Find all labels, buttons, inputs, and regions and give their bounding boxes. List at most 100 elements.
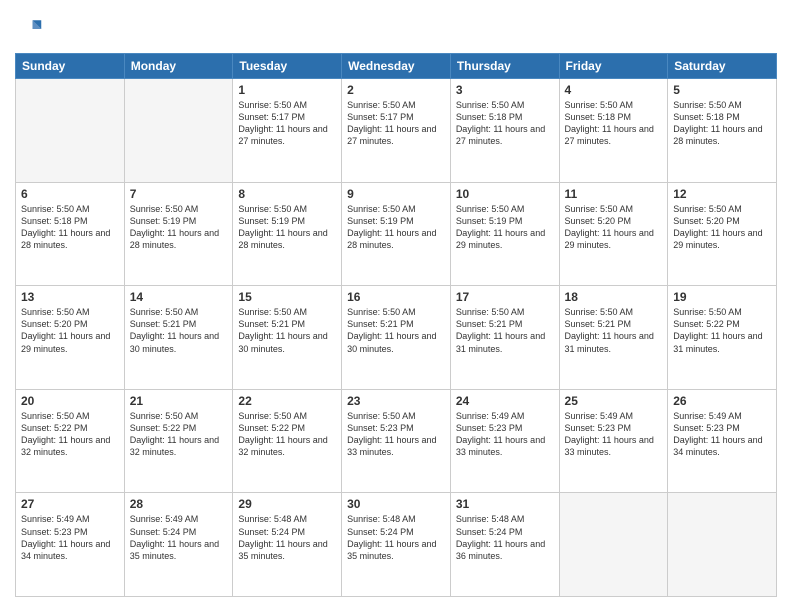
day-info: Sunrise: 5:50 AM Sunset: 5:19 PM Dayligh…	[456, 203, 554, 252]
day-number: 21	[130, 394, 228, 408]
calendar-header-row: SundayMondayTuesdayWednesdayThursdayFrid…	[16, 54, 777, 79]
calendar-cell: 25 Sunrise: 5:49 AM Sunset: 5:23 PM Dayli…	[559, 389, 668, 493]
day-number: 8	[238, 187, 336, 201]
calendar-cell	[124, 79, 233, 183]
calendar-cell	[16, 79, 125, 183]
day-info: Sunrise: 5:48 AM Sunset: 5:24 PM Dayligh…	[347, 513, 445, 562]
day-number: 1	[238, 83, 336, 97]
day-info: Sunrise: 5:48 AM Sunset: 5:24 PM Dayligh…	[238, 513, 336, 562]
day-number: 10	[456, 187, 554, 201]
calendar-cell: 17 Sunrise: 5:50 AM Sunset: 5:21 PM Dayli…	[450, 286, 559, 390]
calendar-cell: 12 Sunrise: 5:50 AM Sunset: 5:20 PM Dayli…	[668, 182, 777, 286]
day-info: Sunrise: 5:50 AM Sunset: 5:18 PM Dayligh…	[565, 99, 663, 148]
calendar-cell: 9 Sunrise: 5:50 AM Sunset: 5:19 PM Daylig…	[342, 182, 451, 286]
day-info: Sunrise: 5:50 AM Sunset: 5:22 PM Dayligh…	[238, 410, 336, 459]
calendar-cell: 29 Sunrise: 5:48 AM Sunset: 5:24 PM Dayli…	[233, 493, 342, 597]
day-number: 15	[238, 290, 336, 304]
calendar-cell: 30 Sunrise: 5:48 AM Sunset: 5:24 PM Dayli…	[342, 493, 451, 597]
calendar-cell: 5Sunrise: 5:50 AM Sunset: 5:18 PM Daylig…	[668, 79, 777, 183]
day-info: Sunrise: 5:50 AM Sunset: 5:17 PM Dayligh…	[238, 99, 336, 148]
calendar-header-monday: Monday	[124, 54, 233, 79]
logo-icon	[15, 15, 43, 43]
day-info: Sunrise: 5:50 AM Sunset: 5:18 PM Dayligh…	[456, 99, 554, 148]
day-number: 2	[347, 83, 445, 97]
day-info: Sunrise: 5:50 AM Sunset: 5:20 PM Dayligh…	[565, 203, 663, 252]
calendar-cell: 10 Sunrise: 5:50 AM Sunset: 5:19 PM Dayli…	[450, 182, 559, 286]
day-info: Sunrise: 5:49 AM Sunset: 5:23 PM Dayligh…	[673, 410, 771, 459]
day-info: Sunrise: 5:50 AM Sunset: 5:21 PM Dayligh…	[565, 306, 663, 355]
day-number: 13	[21, 290, 119, 304]
day-info: Sunrise: 5:50 AM Sunset: 5:22 PM Dayligh…	[673, 306, 771, 355]
day-number: 30	[347, 497, 445, 511]
day-number: 17	[456, 290, 554, 304]
day-info: Sunrise: 5:49 AM Sunset: 5:23 PM Dayligh…	[456, 410, 554, 459]
day-number: 4	[565, 83, 663, 97]
day-number: 11	[565, 187, 663, 201]
day-number: 9	[347, 187, 445, 201]
day-number: 31	[456, 497, 554, 511]
day-number: 5	[673, 83, 771, 97]
day-number: 7	[130, 187, 228, 201]
week-row-2: 6 Sunrise: 5:50 AM Sunset: 5:18 PM Daylig…	[16, 182, 777, 286]
day-number: 3	[456, 83, 554, 97]
calendar-cell: 7Sunrise: 5:50 AM Sunset: 5:19 PM Daylig…	[124, 182, 233, 286]
calendar-cell: 4 Sunrise: 5:50 AM Sunset: 5:18 PM Daylig…	[559, 79, 668, 183]
calendar-header-wednesday: Wednesday	[342, 54, 451, 79]
day-info: Sunrise: 5:49 AM Sunset: 5:23 PM Dayligh…	[21, 513, 119, 562]
calendar-cell: 20Sunrise: 5:50 AM Sunset: 5:22 PM Dayli…	[16, 389, 125, 493]
day-number: 22	[238, 394, 336, 408]
calendar-cell	[559, 493, 668, 597]
day-info: Sunrise: 5:50 AM Sunset: 5:18 PM Dayligh…	[21, 203, 119, 252]
day-info: Sunrise: 5:49 AM Sunset: 5:24 PM Dayligh…	[130, 513, 228, 562]
calendar-cell: 2 Sunrise: 5:50 AM Sunset: 5:17 PM Daylig…	[342, 79, 451, 183]
day-info: Sunrise: 5:50 AM Sunset: 5:19 PM Dayligh…	[238, 203, 336, 252]
calendar-body: 1 Sunrise: 5:50 AM Sunset: 5:17 PM Daylig…	[16, 79, 777, 597]
calendar-cell: 14 Sunrise: 5:50 AM Sunset: 5:21 PM Dayli…	[124, 286, 233, 390]
day-info: Sunrise: 5:50 AM Sunset: 5:22 PM Dayligh…	[21, 410, 119, 459]
week-row-1: 1 Sunrise: 5:50 AM Sunset: 5:17 PM Daylig…	[16, 79, 777, 183]
day-number: 14	[130, 290, 228, 304]
day-info: Sunrise: 5:49 AM Sunset: 5:23 PM Dayligh…	[565, 410, 663, 459]
logo	[15, 15, 47, 43]
calendar-cell: 24 Sunrise: 5:49 AM Sunset: 5:23 PM Dayli…	[450, 389, 559, 493]
calendar-cell: 28 Sunrise: 5:49 AM Sunset: 5:24 PM Dayli…	[124, 493, 233, 597]
calendar-header-sunday: Sunday	[16, 54, 125, 79]
calendar-cell: 3 Sunrise: 5:50 AM Sunset: 5:18 PM Daylig…	[450, 79, 559, 183]
day-info: Sunrise: 5:50 AM Sunset: 5:21 PM Dayligh…	[238, 306, 336, 355]
calendar-cell: 13Sunrise: 5:50 AM Sunset: 5:20 PM Dayli…	[16, 286, 125, 390]
calendar-cell: 26 Sunrise: 5:49 AM Sunset: 5:23 PM Dayli…	[668, 389, 777, 493]
calendar-cell: 23Sunrise: 5:50 AM Sunset: 5:23 PM Dayli…	[342, 389, 451, 493]
day-number: 24	[456, 394, 554, 408]
calendar-header-saturday: Saturday	[668, 54, 777, 79]
calendar-cell: 1 Sunrise: 5:50 AM Sunset: 5:17 PM Daylig…	[233, 79, 342, 183]
day-info: Sunrise: 5:50 AM Sunset: 5:21 PM Dayligh…	[456, 306, 554, 355]
calendar-cell: 18 Sunrise: 5:50 AM Sunset: 5:21 PM Dayli…	[559, 286, 668, 390]
day-number: 19	[673, 290, 771, 304]
day-number: 25	[565, 394, 663, 408]
calendar-cell: 6 Sunrise: 5:50 AM Sunset: 5:18 PM Daylig…	[16, 182, 125, 286]
week-row-3: 13Sunrise: 5:50 AM Sunset: 5:20 PM Dayli…	[16, 286, 777, 390]
calendar-cell: 16Sunrise: 5:50 AM Sunset: 5:21 PM Dayli…	[342, 286, 451, 390]
calendar-cell: 22 Sunrise: 5:50 AM Sunset: 5:22 PM Dayli…	[233, 389, 342, 493]
calendar-cell: 21Sunrise: 5:50 AM Sunset: 5:22 PM Dayli…	[124, 389, 233, 493]
day-info: Sunrise: 5:50 AM Sunset: 5:19 PM Dayligh…	[347, 203, 445, 252]
day-number: 26	[673, 394, 771, 408]
calendar-cell: 19 Sunrise: 5:50 AM Sunset: 5:22 PM Dayli…	[668, 286, 777, 390]
page: SundayMondayTuesdayWednesdayThursdayFrid…	[0, 0, 792, 612]
day-number: 28	[130, 497, 228, 511]
day-number: 29	[238, 497, 336, 511]
day-info: Sunrise: 5:50 AM Sunset: 5:17 PM Dayligh…	[347, 99, 445, 148]
calendar-table: SundayMondayTuesdayWednesdayThursdayFrid…	[15, 53, 777, 597]
header	[15, 15, 777, 43]
day-info: Sunrise: 5:50 AM Sunset: 5:20 PM Dayligh…	[673, 203, 771, 252]
day-number: 18	[565, 290, 663, 304]
day-number: 27	[21, 497, 119, 511]
day-number: 6	[21, 187, 119, 201]
day-number: 12	[673, 187, 771, 201]
week-row-5: 27 Sunrise: 5:49 AM Sunset: 5:23 PM Dayli…	[16, 493, 777, 597]
calendar-cell: 15 Sunrise: 5:50 AM Sunset: 5:21 PM Dayli…	[233, 286, 342, 390]
calendar-cell: 11 Sunrise: 5:50 AM Sunset: 5:20 PM Dayli…	[559, 182, 668, 286]
day-info: Sunrise: 5:50 AM Sunset: 5:21 PM Dayligh…	[347, 306, 445, 355]
day-info: Sunrise: 5:50 AM Sunset: 5:21 PM Dayligh…	[130, 306, 228, 355]
calendar-cell: 27 Sunrise: 5:49 AM Sunset: 5:23 PM Dayli…	[16, 493, 125, 597]
